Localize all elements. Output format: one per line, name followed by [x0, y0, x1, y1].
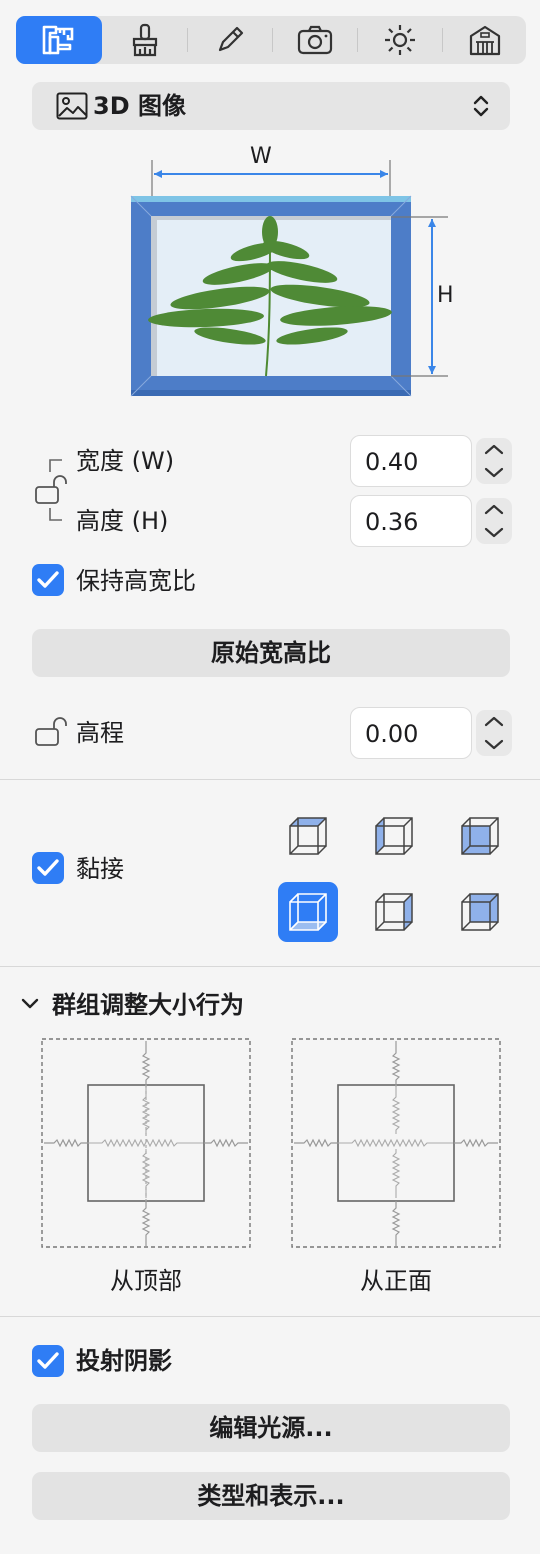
- divider: [0, 1316, 540, 1317]
- image-icon: [56, 92, 88, 120]
- object-props-icon: [42, 25, 74, 55]
- elevation-field[interactable]: 0.00: [350, 707, 472, 759]
- height-dimension-label: H: [437, 283, 454, 308]
- cube-right-face-icon: [375, 893, 413, 931]
- width-dimension-label: W: [250, 144, 272, 169]
- inspector-tab-bar: [16, 16, 526, 64]
- height-field[interactable]: 0.36: [350, 495, 472, 547]
- paintbrush-icon: [132, 23, 157, 57]
- tab-edit[interactable]: [187, 16, 272, 64]
- unlock-icon[interactable]: [34, 474, 70, 506]
- sun-icon: [384, 25, 415, 55]
- stepper-arrows-icon: [484, 716, 504, 750]
- divider: [0, 779, 540, 780]
- width-field[interactable]: 0.40: [350, 435, 472, 487]
- tab-light[interactable]: [357, 16, 442, 64]
- tab-materials[interactable]: [102, 16, 187, 64]
- checkmark-icon: [37, 859, 59, 876]
- resize-from-top-label: 从顶部: [110, 1267, 182, 1295]
- dimension-diagram: [130, 160, 448, 397]
- object-type-popup[interactable]: 3D 图像: [32, 82, 510, 130]
- original-ratio-button[interactable]: 原始宽高比: [32, 629, 510, 677]
- elevation-unlock-icon[interactable]: [34, 716, 70, 748]
- keep-ratio-checkbox[interactable]: [32, 564, 64, 596]
- snap-front-face-button[interactable]: [450, 806, 510, 866]
- cube-bottom-face-icon: [289, 893, 327, 931]
- cube-back-face-icon: [461, 893, 499, 931]
- building-icon: [469, 25, 500, 56]
- tab-building[interactable]: [442, 16, 527, 64]
- width-label: 宽度 (W): [76, 447, 175, 475]
- snap-back-face-button[interactable]: [450, 882, 510, 942]
- divider: [0, 966, 540, 967]
- edit-light-button[interactable]: 编辑光源...: [32, 1404, 510, 1452]
- checkmark-icon: [37, 1352, 59, 1369]
- width-value: 0.40: [365, 448, 419, 476]
- stepper-arrows-icon: [484, 444, 504, 478]
- checkmark-icon: [37, 571, 59, 588]
- resize-from-front-diagram[interactable]: [291, 1038, 501, 1248]
- height-stepper[interactable]: [476, 498, 512, 544]
- cube-left-face-icon: [375, 817, 413, 855]
- snap-top-face-button[interactable]: [278, 806, 338, 866]
- pencil-icon: [218, 26, 243, 52]
- snap-label: 黏接: [76, 855, 124, 883]
- camera-icon: [297, 25, 332, 55]
- snap-bottom-face-button[interactable]: [278, 882, 338, 942]
- cast-shadow-label: 投射阴影: [76, 1347, 172, 1375]
- snap-right-face-button[interactable]: [364, 882, 424, 942]
- type-display-button[interactable]: 类型和表示...: [32, 1472, 510, 1520]
- object-type-label: 3D 图像: [93, 92, 186, 120]
- tab-camera[interactable]: [272, 16, 357, 64]
- resize-from-front-label: 从正面: [360, 1267, 432, 1295]
- cube-front-face-icon: [461, 817, 499, 855]
- elevation-value: 0.00: [365, 720, 419, 748]
- width-stepper[interactable]: [476, 438, 512, 484]
- cube-top-face-icon: [289, 817, 327, 855]
- group-resize-title: 群组调整大小行为: [52, 991, 244, 1019]
- stepper-arrows-icon: [484, 504, 504, 538]
- elevation-label: 高程: [76, 719, 124, 747]
- chevron-updown-icon: [473, 95, 489, 117]
- snap-checkbox[interactable]: [32, 852, 64, 884]
- keep-ratio-label: 保持高宽比: [76, 567, 196, 595]
- height-value: 0.36: [365, 508, 419, 536]
- chevron-down-icon[interactable]: [20, 996, 40, 1012]
- elevation-stepper[interactable]: [476, 710, 512, 756]
- height-label: 高度 (H): [76, 507, 169, 535]
- resize-from-top-diagram[interactable]: [41, 1038, 251, 1248]
- snap-left-face-button[interactable]: [364, 806, 424, 866]
- cast-shadow-checkbox[interactable]: [32, 1345, 64, 1377]
- tab-object[interactable]: [16, 16, 102, 64]
